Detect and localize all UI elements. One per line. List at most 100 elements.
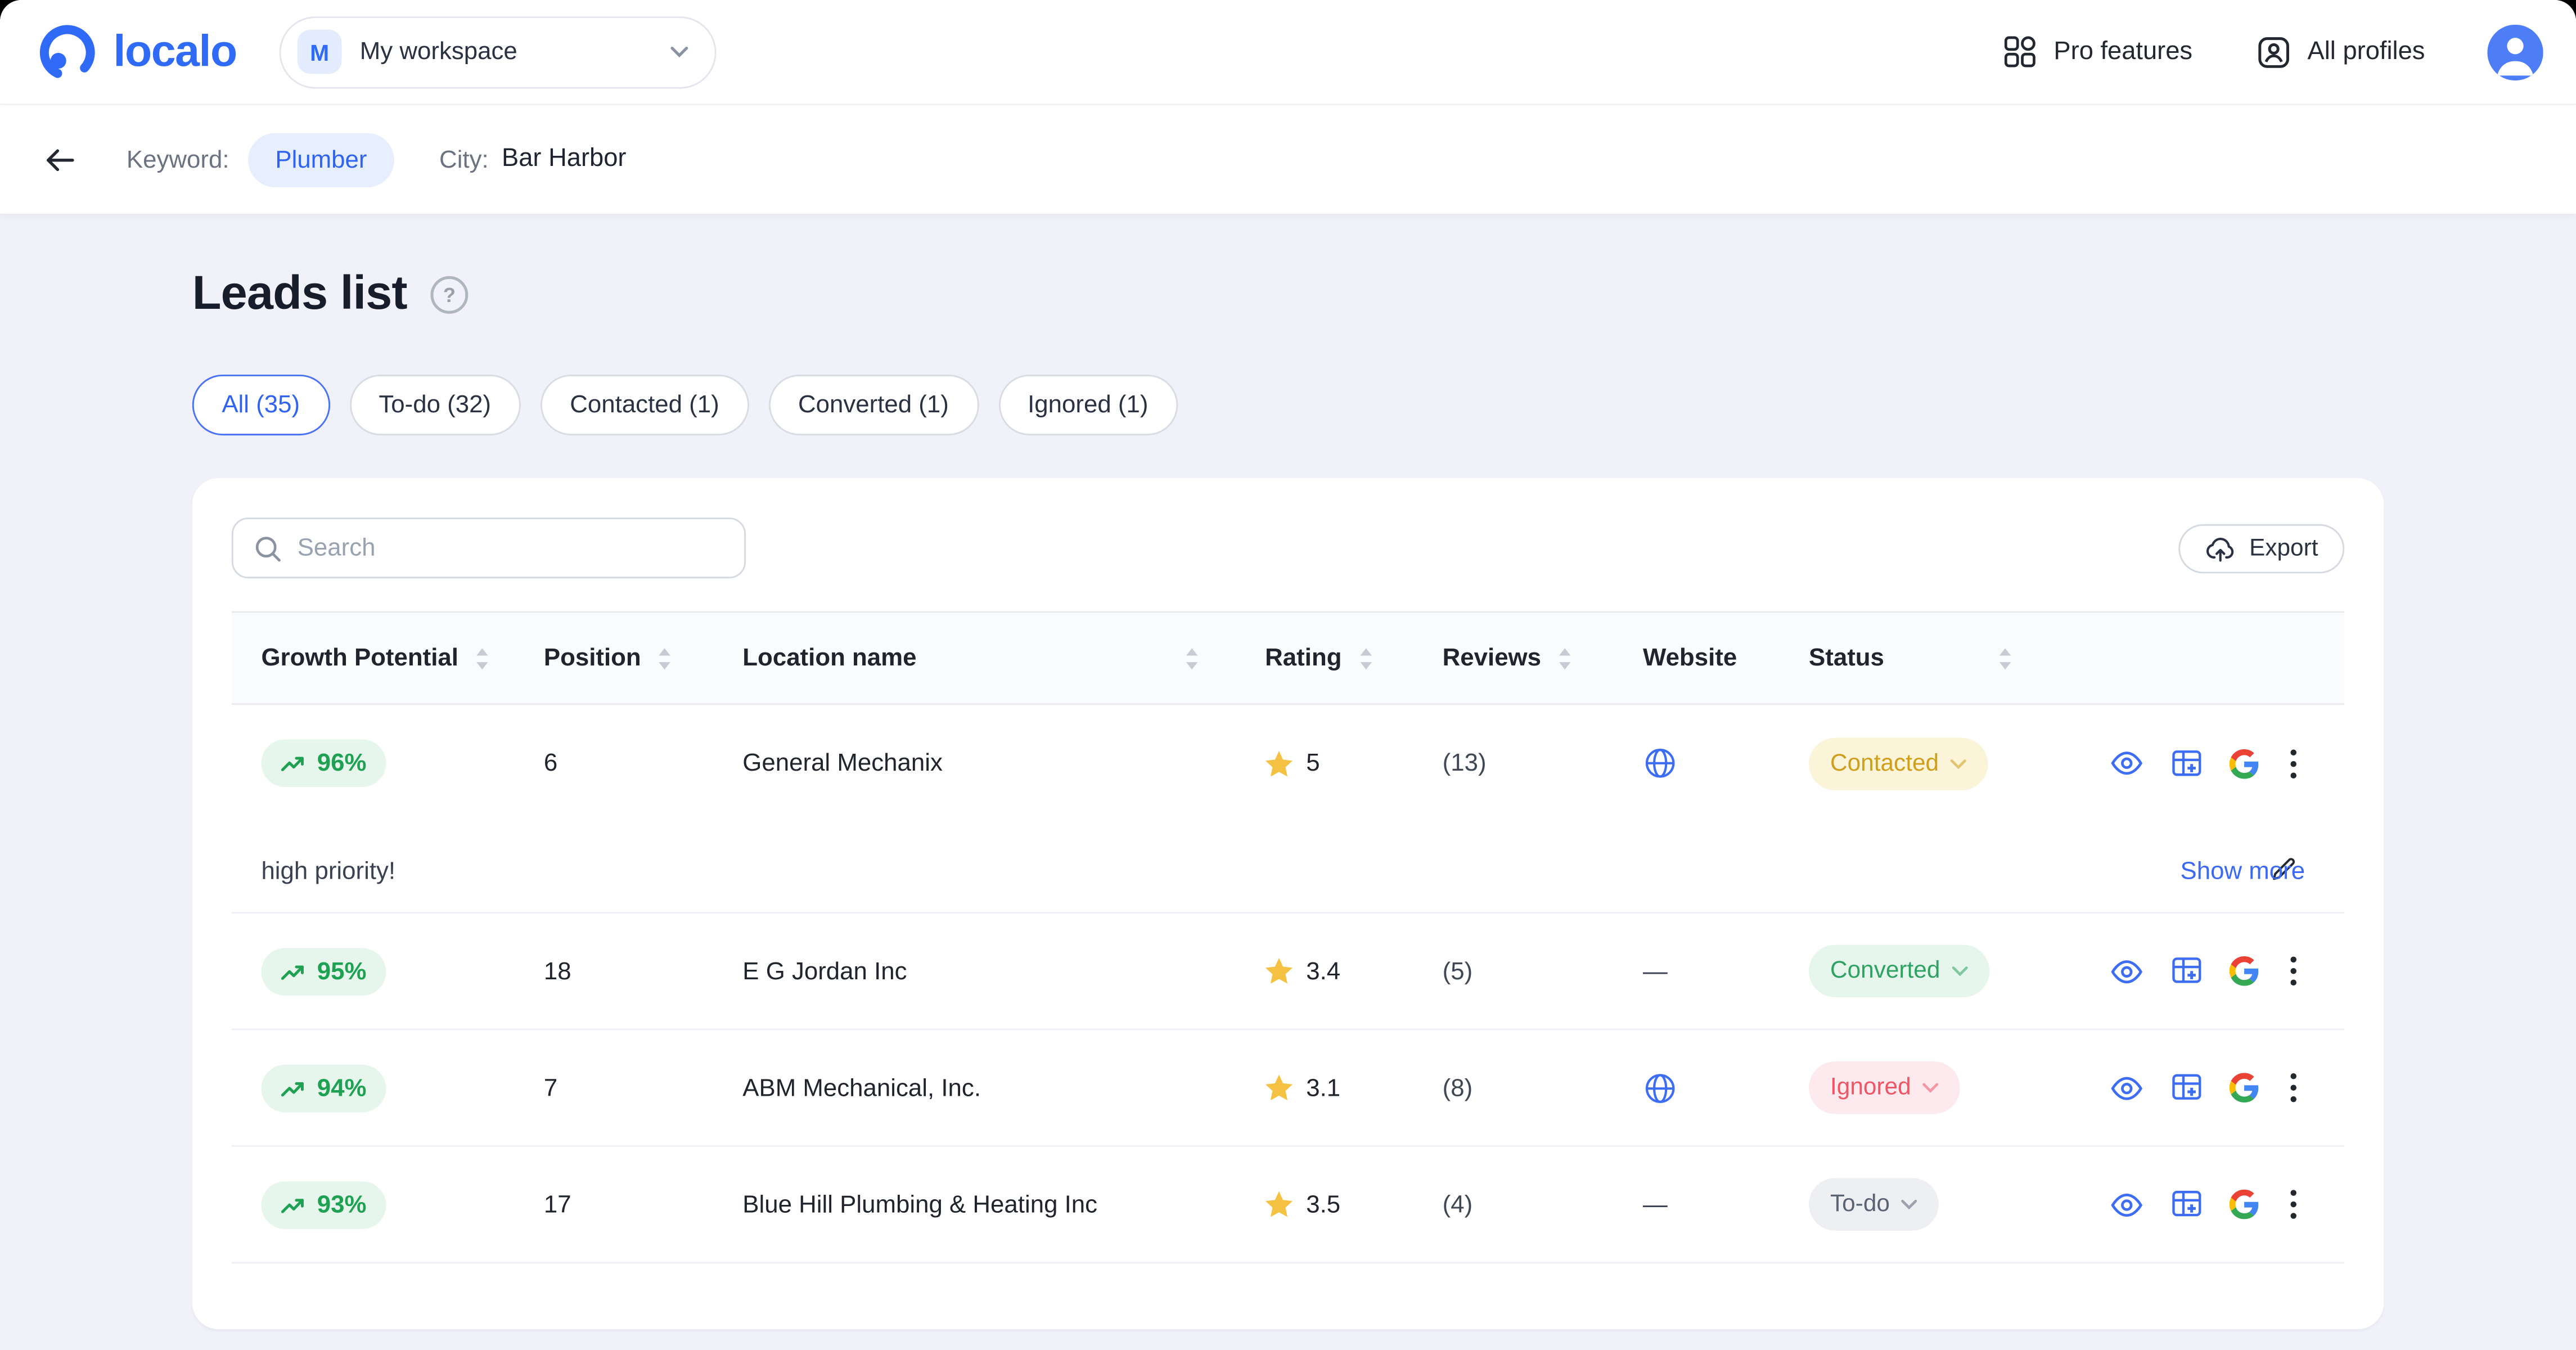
rating-cell: 3.1 <box>1265 1074 1442 1102</box>
view-button[interactable] <box>2110 1187 2144 1221</box>
tab-todo[interactable]: To-do (32) <box>349 375 521 435</box>
export-label: Export <box>2249 535 2318 561</box>
row-menu-button[interactable] <box>2285 749 2302 778</box>
row-menu-button[interactable] <box>2285 1073 2302 1102</box>
help-icon[interactable]: ? <box>429 274 470 316</box>
sort-icon[interactable] <box>1185 646 1199 669</box>
profiles-icon <box>2255 34 2291 70</box>
eye-icon <box>2110 954 2144 988</box>
main-content: Leads list ? All (35) To-do (32) Contact… <box>0 214 2576 1329</box>
location-name-cell: ABM Mechanical, Inc. <box>742 1074 1265 1102</box>
table-row: 94% 7 ABM Mechanical, Inc. 3.1 (8) <box>232 1030 2344 1146</box>
workspace-selector[interactable]: M My workspace <box>280 16 717 88</box>
status-cell: Converted <box>1809 945 2078 997</box>
pro-features-link[interactable]: Pro features <box>2003 34 2192 69</box>
column-header-reviews[interactable]: Reviews <box>1443 644 1643 672</box>
kebab-icon <box>2290 1190 2297 1220</box>
column-header-rating[interactable]: Rating <box>1265 644 1442 672</box>
eye-icon <box>2110 1187 2144 1221</box>
note-text: high priority! <box>261 858 2305 886</box>
google-button[interactable] <box>2230 956 2259 986</box>
column-label: Location name <box>742 644 916 672</box>
growth-cell: 93% <box>232 1181 544 1228</box>
google-button[interactable] <box>2230 1190 2259 1220</box>
status-dropdown[interactable]: To-do <box>1809 1178 1939 1230</box>
status-cell: To-do <box>1809 1178 2078 1230</box>
column-label: Status <box>1809 644 1884 672</box>
add-to-table-button[interactable] <box>2170 747 2203 780</box>
column-label: Website <box>1643 644 1737 672</box>
table-plus-icon <box>2170 955 2203 987</box>
user-avatar[interactable] <box>2487 24 2543 79</box>
sort-icon[interactable] <box>657 646 672 669</box>
localo-logo[interactable]: localo <box>36 21 236 83</box>
globe-icon[interactable] <box>1643 746 1677 780</box>
kebab-icon <box>2290 956 2297 986</box>
globe-icon[interactable] <box>1643 1070 1677 1105</box>
website-cell: — <box>1643 957 1809 985</box>
reviews-cell: (13) <box>1443 749 1643 777</box>
keyword-chip: Plumber <box>247 132 395 186</box>
status-dropdown[interactable]: Contacted <box>1809 737 1988 789</box>
svg-text:?: ? <box>443 284 455 307</box>
card-toolbar: Export <box>192 518 2384 578</box>
sort-icon[interactable] <box>1557 646 1572 669</box>
rating-value: 5 <box>1306 749 1319 777</box>
export-cloud-icon <box>2205 533 2236 563</box>
growth-cell: 95% <box>232 947 544 995</box>
rating-cell: 3.5 <box>1265 1190 1442 1218</box>
status-dropdown[interactable]: Converted <box>1809 945 1989 997</box>
all-profiles-label: All profiles <box>2308 37 2425 67</box>
google-icon <box>2230 749 2259 778</box>
table-plus-icon <box>2170 1188 2203 1221</box>
back-button[interactable] <box>43 142 77 177</box>
column-header-growth-potential[interactable]: Growth Potential <box>232 644 544 672</box>
column-header-status[interactable]: Status <box>1809 644 2078 672</box>
add-to-table-button[interactable] <box>2170 955 2203 987</box>
star-icon <box>1265 958 1293 984</box>
export-button[interactable]: Export <box>2178 523 2344 573</box>
status-dropdown[interactable]: Ignored <box>1809 1061 1960 1114</box>
column-label: Growth Potential <box>261 644 458 672</box>
google-icon <box>2230 1073 2259 1102</box>
view-button[interactable] <box>2110 746 2144 780</box>
add-to-table-button[interactable] <box>2170 1071 2203 1104</box>
status-label: Contacted <box>1830 750 1939 776</box>
sort-icon[interactable] <box>475 646 489 669</box>
kebab-icon <box>2290 1073 2297 1102</box>
google-button[interactable] <box>2230 749 2259 778</box>
growth-badge: 95% <box>261 947 386 995</box>
view-button[interactable] <box>2110 1070 2144 1105</box>
show-more-link[interactable]: Show more <box>2181 858 2305 886</box>
workspace-initial-badge: M <box>298 30 342 74</box>
lead-note: high priority! Show more <box>232 822 2344 914</box>
nav-right: Pro features All profiles <box>2003 24 2543 79</box>
tab-converted[interactable]: Converted (1) <box>768 375 978 435</box>
tab-contacted[interactable]: Contacted (1) <box>541 375 749 435</box>
chevron-down-icon <box>670 46 688 57</box>
chevron-down-icon <box>1952 966 1968 976</box>
rating-value: 3.4 <box>1306 957 1340 985</box>
google-icon <box>2230 956 2259 986</box>
search-input[interactable] <box>298 534 724 562</box>
website-cell <box>1643 746 1809 780</box>
row-menu-button[interactable] <box>2285 956 2302 986</box>
google-button[interactable] <box>2230 1073 2259 1102</box>
search-box[interactable] <box>232 518 746 578</box>
add-to-table-button[interactable] <box>2170 1188 2203 1221</box>
row-menu-button[interactable] <box>2285 1190 2302 1220</box>
position-cell: 6 <box>544 749 742 777</box>
eye-icon <box>2110 746 2144 780</box>
column-header-location-name[interactable]: Location name <box>742 644 1265 672</box>
all-profiles-link[interactable]: All profiles <box>2255 34 2425 70</box>
city-value: Bar Harbor <box>502 145 626 174</box>
rating-cell: 5 <box>1265 749 1442 777</box>
growth-value: 96% <box>317 749 367 777</box>
tab-all[interactable]: All (35) <box>192 375 330 435</box>
sort-icon[interactable] <box>1358 646 1373 669</box>
column-header-position[interactable]: Position <box>544 644 742 672</box>
reviews-cell: (5) <box>1443 957 1643 985</box>
sort-icon[interactable] <box>1998 646 2012 669</box>
tab-ignored[interactable]: Ignored (1) <box>998 375 1178 435</box>
view-button[interactable] <box>2110 954 2144 988</box>
